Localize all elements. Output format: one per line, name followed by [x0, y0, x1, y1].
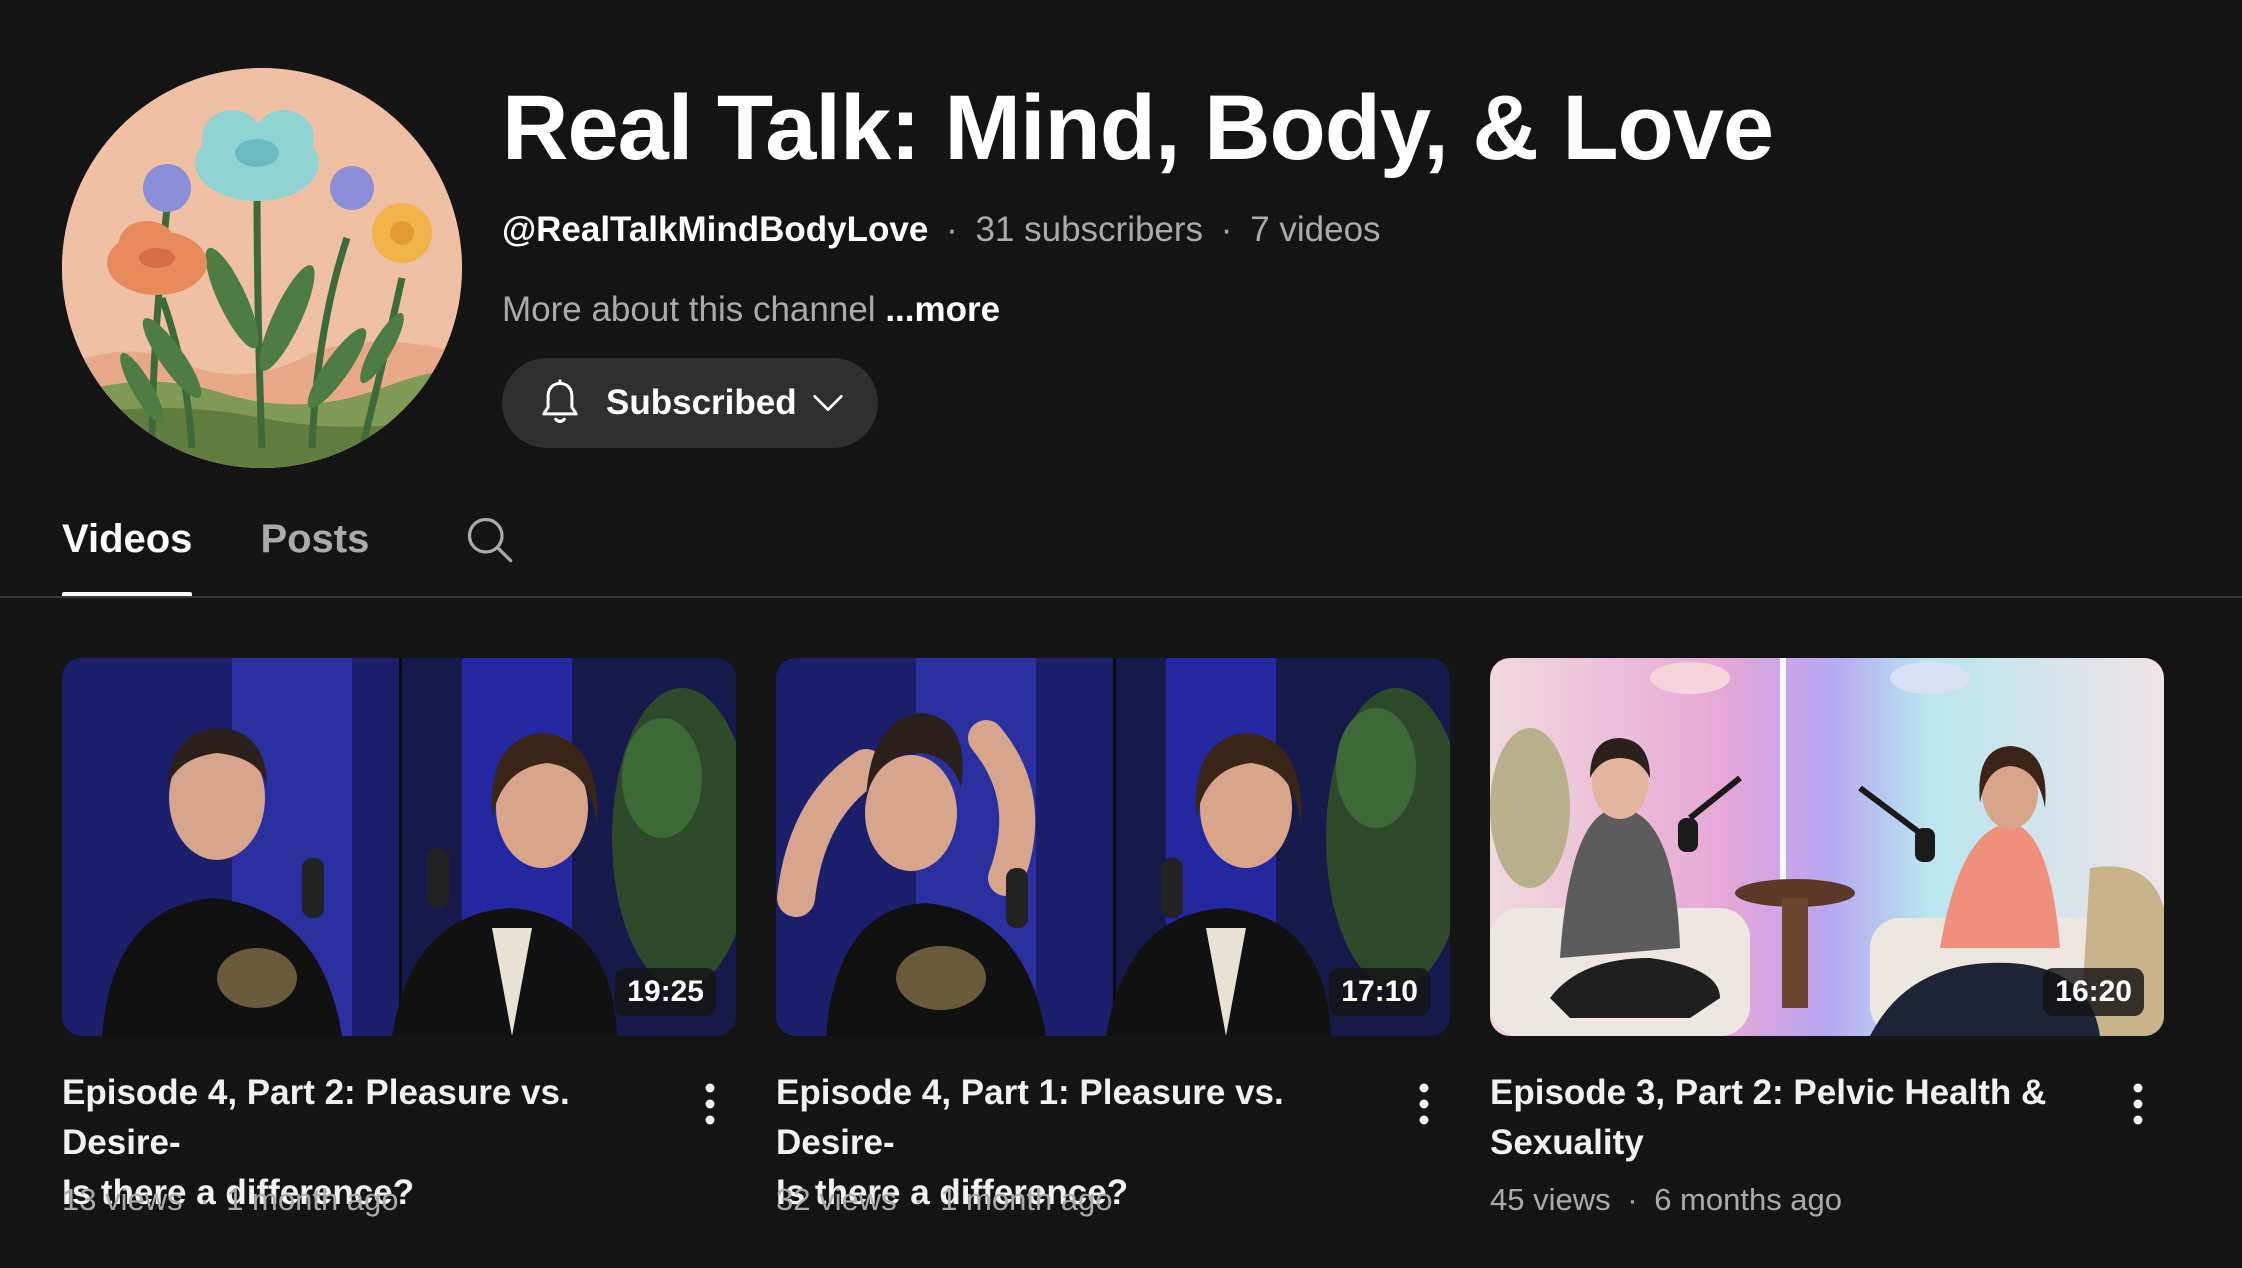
video-duration: 17:10 — [1329, 968, 1430, 1016]
more-options-icon[interactable] — [1404, 1076, 1444, 1132]
subscribed-button[interactable]: Subscribed — [502, 358, 878, 448]
separator-dot: · — [1220, 210, 1233, 249]
channel-about[interactable]: More about this channel ...more — [502, 288, 2102, 332]
tab-videos[interactable]: Videos — [62, 505, 193, 597]
channel-tabs: Videos Posts — [62, 505, 515, 597]
tabs-divider — [0, 596, 2242, 598]
video-title-line: Episode 3, Part 2: Pelvic Health & — [1490, 1073, 2047, 1112]
video-views: 32 views — [776, 1182, 897, 1217]
separator-dot: · — [946, 210, 958, 249]
more-options-icon[interactable] — [690, 1076, 730, 1132]
bell-icon — [542, 379, 578, 423]
video-card[interactable]: 17:10 Episode 4, Part 1: Pleasure vs. De… — [776, 658, 1450, 1217]
video-duration: 16:20 — [2043, 968, 2144, 1016]
channel-avatar[interactable] — [62, 68, 462, 468]
channel-info: Real Talk: Mind, Body, & Love @RealTalkM… — [502, 72, 2102, 332]
separator-dot: · — [1627, 1182, 1638, 1217]
video-views: 45 views — [1490, 1182, 1611, 1217]
channel-page: Real Talk: Mind, Body, & Love @RealTalkM… — [0, 0, 2242, 1268]
video-thumbnail[interactable]: 19:25 — [62, 658, 736, 1036]
tab-posts[interactable]: Posts — [260, 505, 369, 597]
subscribed-label: Subscribed — [606, 383, 797, 422]
video-thumbnail[interactable]: 16:20 — [1490, 658, 2164, 1036]
more-link[interactable]: ...more — [885, 290, 1000, 329]
video-card[interactable]: 16:20 Episode 3, Part 2: Pelvic Health &… — [1490, 658, 2164, 1217]
subscriber-count: 31 subscribers — [975, 210, 1204, 249]
video-title-line: Episode 4, Part 1: Pleasure vs. Desire- — [776, 1073, 1284, 1162]
video-meta: 45 views · 6 months ago — [1490, 1178, 1842, 1222]
search-icon[interactable] — [463, 513, 515, 565]
channel-meta: @RealTalkMindBodyLove · 31 subscribers ·… — [502, 208, 2102, 252]
video-meta: 32 views · 1 month ago — [776, 1178, 1113, 1222]
video-card[interactable]: 19:25 Episode 4, Part 2: Pleasure vs. De… — [62, 658, 736, 1217]
video-age: 6 months ago — [1654, 1182, 1843, 1217]
separator-dot: · — [199, 1182, 210, 1217]
flower-illustration-icon — [62, 68, 462, 468]
video-count: 7 videos — [1250, 210, 1381, 249]
channel-handle[interactable]: @RealTalkMindBodyLove — [502, 210, 928, 249]
video-title[interactable]: Episode 3, Part 2: Pelvic Health & Sexua… — [1490, 1068, 2090, 1168]
video-age: 1 month ago — [940, 1182, 1113, 1217]
video-age: 1 month ago — [226, 1182, 399, 1217]
chevron-down-icon — [813, 395, 843, 411]
video-meta: 13 views · 1 month ago — [62, 1178, 399, 1222]
video-title-line: Episode 4, Part 2: Pleasure vs. Desire- — [62, 1073, 570, 1162]
separator-dot: · — [913, 1182, 924, 1217]
video-views: 13 views — [62, 1182, 183, 1217]
video-title-line: Sexuality — [1490, 1123, 1644, 1162]
channel-title: Real Talk: Mind, Body, & Love — [502, 77, 1774, 179]
about-text: More about this channel — [502, 290, 876, 329]
video-thumbnail[interactable]: 17:10 — [776, 658, 1450, 1036]
more-options-icon[interactable] — [2118, 1076, 2158, 1132]
video-duration: 19:25 — [615, 968, 716, 1016]
